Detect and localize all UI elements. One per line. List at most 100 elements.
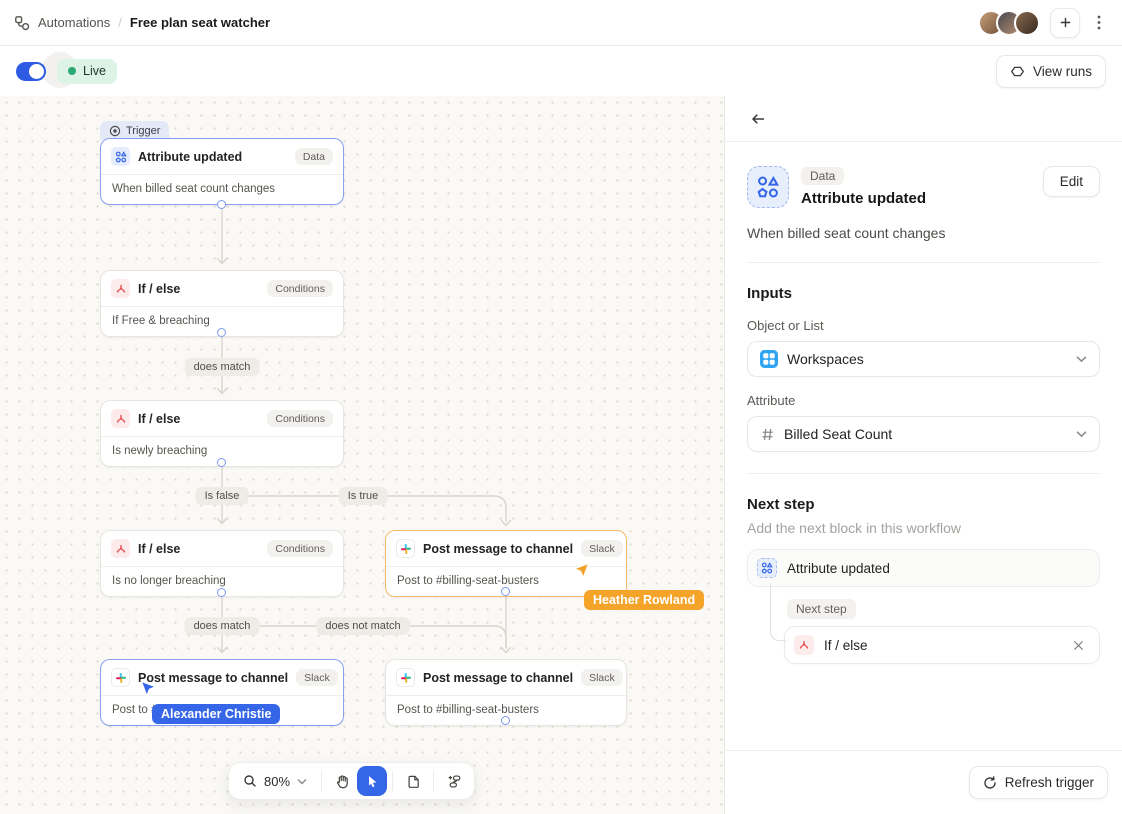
edge-label-does-not-match: does not match: [316, 617, 409, 635]
attribute-value: Billed Seat Count: [784, 426, 892, 442]
automation-builder-app: Automations / Free plan seat watcher: [0, 0, 1122, 814]
slack-icon: [396, 668, 415, 687]
attribute-updated-icon: [757, 558, 777, 578]
live-dot-icon: [68, 67, 76, 75]
remove-next-step-button[interactable]: [1069, 636, 1087, 654]
back-button[interactable]: [746, 107, 770, 131]
inputs-heading: Inputs: [747, 285, 1100, 302]
block-title: Attribute updated: [801, 190, 926, 207]
node-type-badge: Conditions: [267, 280, 333, 297]
view-runs-label: View runs: [1033, 64, 1092, 79]
node-header: If / else Conditions: [101, 271, 343, 307]
node-type-badge: Data: [295, 148, 333, 165]
node-type-badge: Slack: [581, 540, 623, 557]
notes-button[interactable]: [398, 766, 428, 796]
page-icon: [406, 774, 421, 789]
node-type-badge: Slack: [296, 669, 338, 686]
object-or-list-select[interactable]: Workspaces: [747, 341, 1100, 377]
canvas-toolbar: 80%: [228, 762, 475, 800]
magnifier-icon: [243, 774, 257, 788]
node-header: Post message to channel Slack: [386, 660, 626, 696]
select-tool-button[interactable]: [357, 766, 387, 796]
auto-layout-icon: [447, 774, 462, 789]
node-title: Post message to channel: [423, 542, 573, 556]
node-header: Attribute updated Data: [101, 139, 343, 175]
node-if-else-3[interactable]: If / else Conditions Is no longer breach…: [100, 530, 344, 597]
edge-label-is-true: Is true: [339, 487, 388, 505]
node-trigger-attribute-updated[interactable]: Attribute updated Data When billed seat …: [100, 138, 344, 205]
field-label-attribute: Attribute: [747, 393, 1100, 408]
slack-icon: [396, 539, 415, 558]
hash-icon: [760, 427, 775, 442]
if-else-icon: [111, 409, 130, 428]
node-header: Post message to channel Slack: [386, 531, 626, 567]
pan-tool-button[interactable]: [327, 766, 357, 796]
connector-port[interactable]: [217, 328, 226, 337]
slack-icon: [111, 668, 130, 687]
workspaces-icon: [760, 350, 778, 368]
view-runs-button[interactable]: View runs: [996, 55, 1106, 88]
node-title: If / else: [138, 542, 180, 556]
next-step-heading: Next step: [747, 496, 1100, 513]
node-if-else-1[interactable]: If / else Conditions If Free & breaching: [100, 270, 344, 337]
close-icon: [1073, 640, 1084, 651]
edge-label-does-match: does match: [185, 617, 260, 635]
next-step-tree: Next step If / else: [747, 587, 1100, 664]
auto-layout-button[interactable]: [439, 766, 469, 796]
edit-button[interactable]: Edit: [1043, 166, 1100, 197]
collaborator-avatars[interactable]: [978, 10, 1040, 36]
connector-port[interactable]: [501, 587, 510, 596]
breadcrumb: Automations / Free plan seat watcher: [14, 15, 270, 31]
live-toggle[interactable]: [16, 62, 46, 81]
node-type-badge: Slack: [581, 669, 623, 686]
edge-label-does-match: does match: [185, 358, 260, 376]
node-title: Attribute updated: [138, 150, 242, 164]
refresh-trigger-button[interactable]: Refresh trigger: [969, 766, 1108, 799]
trigger-target-icon: [109, 125, 121, 137]
workflow-canvas[interactable]: Trigger Attribute updated Data When bill…: [0, 96, 724, 814]
heather-name-tag: Heather Rowland: [584, 590, 704, 610]
live-status-badge: Live: [57, 59, 117, 84]
heather-cursor-icon: [570, 562, 590, 587]
toolbar-divider: [433, 771, 434, 791]
automations-icon: [14, 15, 30, 31]
detail-panel: Data Attribute updated Edit When billed …: [724, 96, 1122, 814]
zoom-control[interactable]: 80%: [234, 766, 316, 796]
avatar[interactable]: [1014, 10, 1040, 36]
live-label: Live: [83, 64, 106, 78]
more-menu-button[interactable]: [1090, 10, 1108, 36]
breadcrumb-automations[interactable]: Automations: [38, 15, 110, 30]
breadcrumb-page-title: Free plan seat watcher: [130, 15, 270, 30]
block-header: Data Attribute updated Edit: [747, 166, 1100, 208]
attribute-select[interactable]: Billed Seat Count: [747, 416, 1100, 452]
node-header: Post message to channel Slack: [101, 660, 343, 696]
if-else-icon: [111, 279, 130, 298]
toggle-knob: [29, 64, 44, 79]
toolbar-divider: [392, 771, 393, 791]
connector-port[interactable]: [217, 588, 226, 597]
next-step-parent-block[interactable]: Attribute updated: [747, 549, 1100, 587]
connector-port[interactable]: [217, 458, 226, 467]
node-if-else-2[interactable]: If / else Conditions Is newly breaching: [100, 400, 344, 467]
node-title: Post message to channel: [138, 671, 288, 685]
node-title: If / else: [138, 282, 180, 296]
refresh-icon: [983, 776, 997, 790]
next-step-subtitle: Add the next block in this workflow: [747, 520, 1100, 536]
connector-port[interactable]: [501, 716, 510, 725]
add-member-button[interactable]: [1050, 8, 1080, 38]
chevron-down-icon: [1076, 430, 1087, 438]
node-type-badge: Conditions: [267, 540, 333, 557]
tree-connector: [770, 583, 786, 641]
live-toggle-group: Live: [16, 59, 117, 84]
alexander-cursor-icon: [140, 680, 160, 705]
connector-port[interactable]: [217, 200, 226, 209]
panel-footer: Refresh trigger: [725, 750, 1122, 814]
if-else-icon: [111, 539, 130, 558]
divider: [747, 473, 1100, 474]
node-header: If / else Conditions: [101, 531, 343, 567]
if-else-icon: [794, 635, 814, 655]
trigger-tab-label: Trigger: [126, 125, 160, 137]
alexander-name-tag: Alexander Christie: [152, 704, 280, 724]
next-step-child-block[interactable]: If / else: [784, 626, 1100, 664]
top-header: Automations / Free plan seat watcher: [0, 0, 1122, 46]
